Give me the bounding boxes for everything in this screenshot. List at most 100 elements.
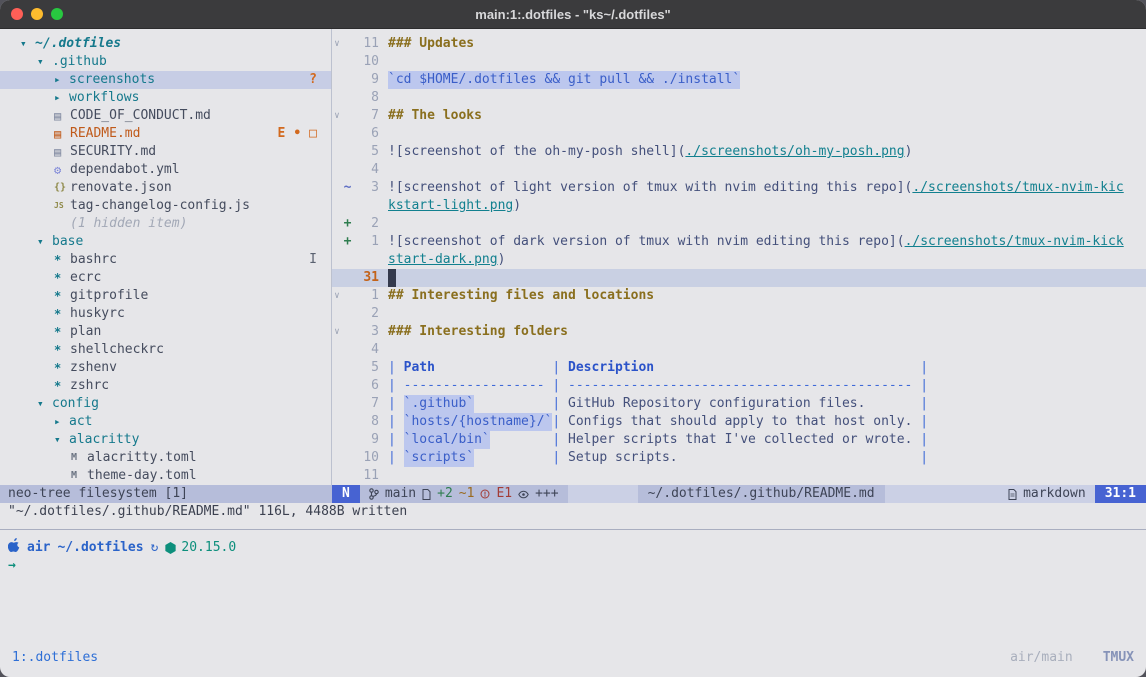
editor-line[interactable]: ~3![screenshot of light version of tmux …	[332, 179, 1146, 197]
tree-item[interactable]: *gitprofile	[0, 287, 331, 305]
editor-line[interactable]: 4	[332, 341, 1146, 359]
tree-item-label: zshrc	[70, 377, 109, 395]
sign-column	[342, 395, 353, 413]
tree-item-label: SECURITY.md	[70, 143, 156, 161]
tree-item-label: renovate.json	[70, 179, 172, 197]
chevron-down-icon[interactable]: ▾	[37, 53, 52, 71]
sign-column	[342, 125, 353, 143]
editor-line[interactable]: 6	[332, 125, 1146, 143]
editor-line[interactable]: 9| `local/bin` | Helper scripts that I'v…	[332, 431, 1146, 449]
editor-line[interactable]: 5![screenshot of the oh-my-posh shell](.…	[332, 143, 1146, 161]
text-segment: |	[920, 431, 928, 449]
text-segment: )	[498, 251, 506, 269]
sign-column	[342, 359, 353, 377]
tree-item[interactable]: Malacritty.toml	[0, 449, 331, 467]
tree-item-label: alacritty	[69, 431, 139, 449]
editor-line[interactable]: +1![screenshot of dark version of tmux w…	[332, 233, 1146, 251]
editor-line[interactable]: ∨ 7## The looks	[332, 107, 1146, 125]
zoom-button[interactable]	[51, 8, 63, 20]
tmux-window-name[interactable]: 1:.dotfiles	[12, 648, 98, 668]
fold-open-icon[interactable]: ∨	[332, 35, 342, 53]
editor-line[interactable]: 7| `.github` | GitHub Repository configu…	[332, 395, 1146, 413]
editor-line[interactable]: 8	[332, 89, 1146, 107]
tree-item-label: base	[52, 233, 83, 251]
editor-line[interactable]: 10	[332, 53, 1146, 71]
tree-item[interactable]: ▸act	[0, 413, 331, 431]
text-segment: |	[920, 449, 928, 467]
tree-item[interactable]: ▸workflows	[0, 89, 331, 107]
tree-item[interactable]: ▾alacritty	[0, 431, 331, 449]
tree-item[interactable]: *huskyrc	[0, 305, 331, 323]
chevron-down-icon[interactable]: ▾	[20, 35, 35, 53]
eye-icon	[518, 490, 529, 499]
tree-item[interactable]: ▤README.mdE•□	[0, 125, 331, 143]
tree-item[interactable]: ▾.github	[0, 53, 331, 71]
chevron-right-icon[interactable]: ▸	[54, 89, 69, 107]
chevron-right-icon[interactable]: ▸	[54, 413, 69, 431]
tree-item[interactable]: *plan	[0, 323, 331, 341]
tree-item-label: alacritty.toml	[87, 449, 197, 467]
shell-file-icon: *	[54, 269, 70, 287]
tree-item[interactable]: ⚙dependabot.yml	[0, 161, 331, 179]
fold-open-icon[interactable]: ∨	[332, 323, 342, 341]
chevron-down-icon[interactable]: ▾	[37, 395, 52, 413]
editor-line[interactable]: 10| `scripts` | Setup scripts. |	[332, 449, 1146, 467]
text-segment: ![screenshot of dark version of tmux wit…	[388, 233, 905, 251]
nvim-pane: ▾~/.dotfiles▾.github▸screenshots?▸workfl…	[0, 29, 1146, 485]
editor-line[interactable]: start-dark.png)	[332, 251, 1146, 269]
text-segment: `hosts/{hostname}/`	[404, 413, 553, 431]
editor-line[interactable]: 6| ------------------ | ----------------…	[332, 377, 1146, 395]
editor-line[interactable]: ∨ 11### Updates	[332, 35, 1146, 53]
tree-item[interactable]: ▾base	[0, 233, 331, 251]
text-segment: ./screenshots/oh-my-posh.png	[685, 143, 904, 161]
close-button[interactable]	[11, 8, 23, 20]
editor-line[interactable]: +2	[332, 215, 1146, 233]
sign-column	[342, 53, 353, 71]
chevron-right-icon[interactable]: ▸	[54, 71, 69, 89]
editor-line[interactable]: ∨ 1## Interesting files and locations	[332, 287, 1146, 305]
editor-line[interactable]: 2	[332, 305, 1146, 323]
shell-file-icon: *	[54, 341, 70, 359]
tree-item[interactable]: *bashrcI	[0, 251, 331, 269]
tree-item[interactable]: ▾config	[0, 395, 331, 413]
text-segment: Setup scripts.	[568, 449, 678, 467]
tree-item[interactable]: ▾~/.dotfiles	[0, 35, 331, 53]
minimize-button[interactable]	[31, 8, 43, 20]
editor-line[interactable]: 11	[332, 467, 1146, 485]
editor-line[interactable]: 31	[332, 269, 1146, 287]
fold-open-icon[interactable]: ∨	[332, 287, 342, 305]
editor-line[interactable]: 4	[332, 161, 1146, 179]
tree-item[interactable]: ▤CODE_OF_CONDUCT.md	[0, 107, 331, 125]
tree-item[interactable]: Mtheme-day.toml	[0, 467, 331, 485]
tmux-session-name: air/main	[1010, 648, 1073, 668]
empty-terminal-area[interactable]	[0, 575, 1146, 648]
tree-item[interactable]: *ecrc	[0, 269, 331, 287]
sign-column	[342, 89, 353, 107]
cursor	[388, 269, 396, 287]
line-number: 3	[353, 179, 379, 197]
chevron-down-icon[interactable]: ▾	[37, 233, 52, 251]
editor-line[interactable]: 5| Path | Description |	[332, 359, 1146, 377]
sign-column	[342, 413, 353, 431]
tree-item[interactable]: *zshrc	[0, 377, 331, 395]
shell-pane[interactable]: air ~/.dotfiles ↻ 20.15.0 →	[0, 530, 1146, 575]
tree-item[interactable]: ▸screenshots?	[0, 71, 331, 89]
editor-line[interactable]: kstart-light.png)	[332, 197, 1146, 215]
fold-open-icon[interactable]: ∨	[332, 107, 342, 125]
chevron-down-icon[interactable]: ▾	[54, 431, 69, 449]
fold-column	[332, 143, 342, 161]
tree-item[interactable]: (1 hidden item)	[0, 215, 331, 233]
text-segment: ./screenshots/tmux-nvim-kick	[905, 233, 1124, 251]
fold-column	[332, 215, 342, 233]
tree-item[interactable]: JStag-changelog-config.js	[0, 197, 331, 215]
tree-item[interactable]: ▤SECURITY.md	[0, 143, 331, 161]
titlebar: main:1:.dotfiles - "ks~/.dotfiles"	[0, 0, 1146, 29]
tree-item-label: CODE_OF_CONDUCT.md	[70, 107, 211, 125]
tree-item[interactable]: *shellcheckrc	[0, 341, 331, 359]
tree-item[interactable]: {}renovate.json	[0, 179, 331, 197]
tree-item[interactable]: *zshenv	[0, 359, 331, 377]
editor-line[interactable]: 9`cd $HOME/.dotfiles && git pull && ./in…	[332, 71, 1146, 89]
editor-line[interactable]: ∨ 3### Interesting folders	[332, 323, 1146, 341]
editor-line[interactable]: 8| `hosts/{hostname}/`| Configs that sho…	[332, 413, 1146, 431]
text-segment: |	[920, 413, 928, 431]
